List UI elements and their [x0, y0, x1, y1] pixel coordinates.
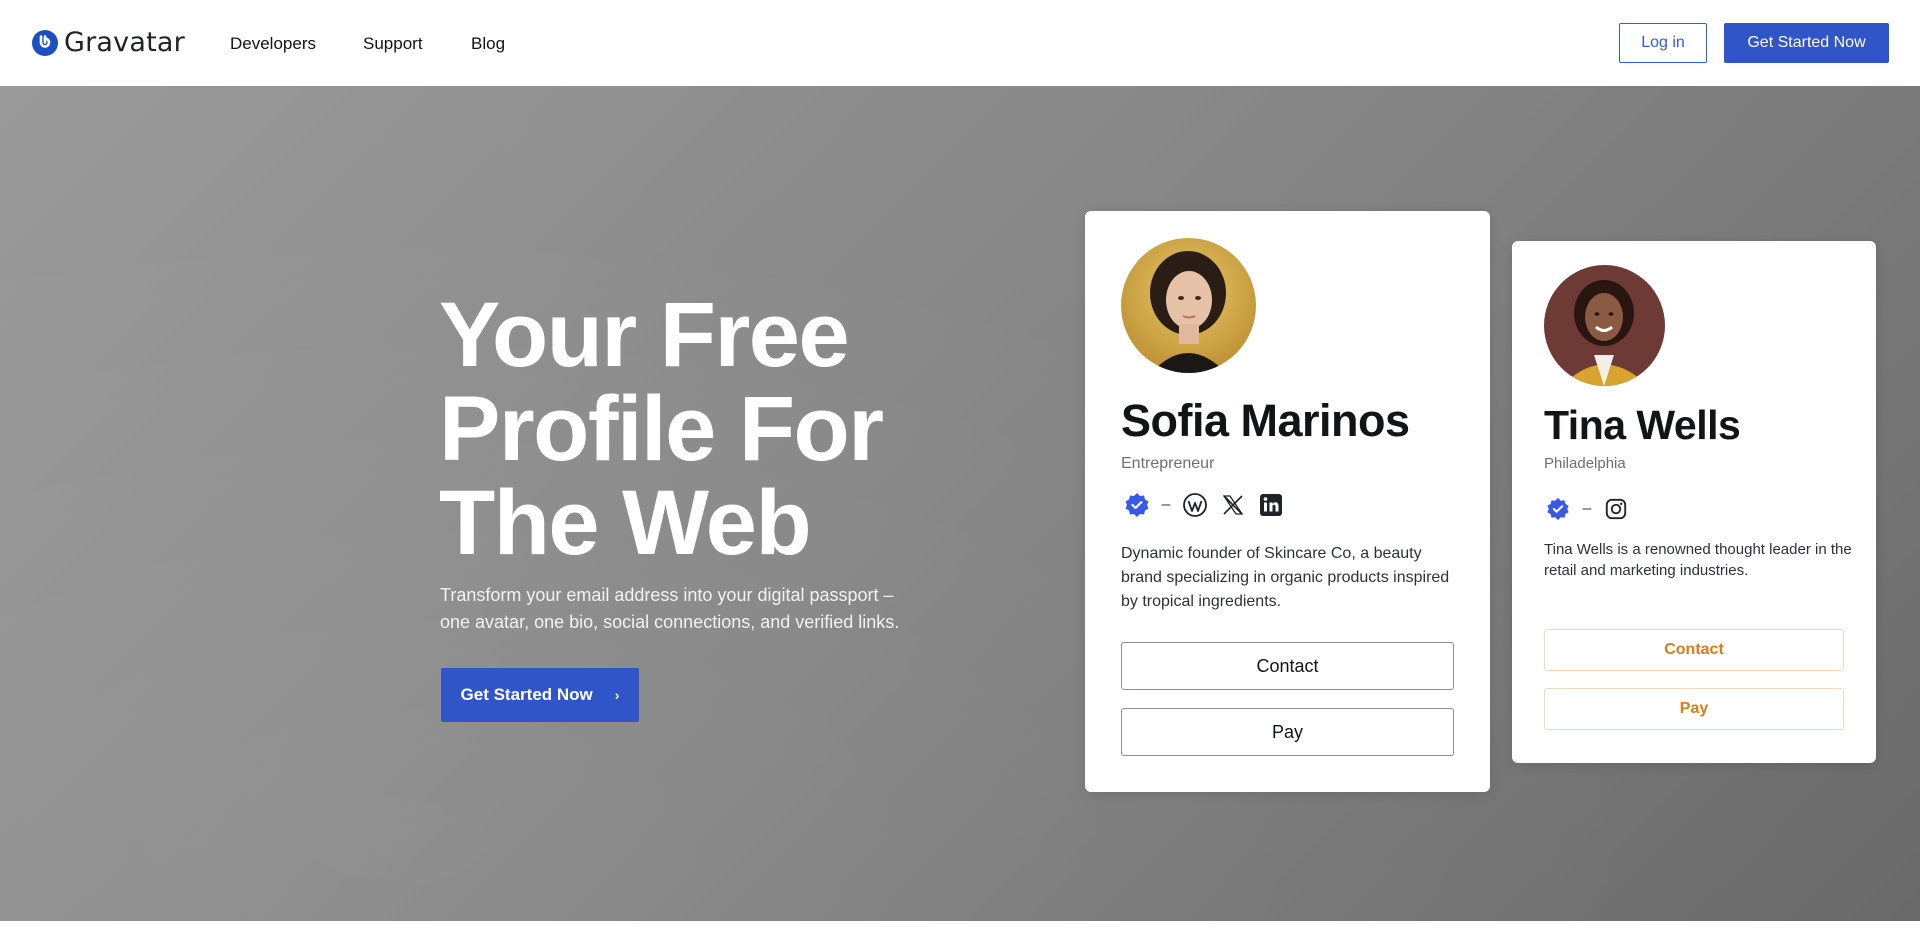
profile-role: Entrepreneur: [1121, 455, 1215, 472]
separator: –: [1582, 500, 1592, 517]
gravatar-logo-icon: [32, 29, 58, 56]
hero-title: Your Free Profile For The Web: [439, 288, 959, 570]
wordpress-icon[interactable]: [1181, 491, 1209, 519]
verified-badge-icon: [1123, 491, 1151, 519]
hero-section: Your Free Profile For The Web Transform …: [0, 86, 1920, 921]
contact-button[interactable]: Contact: [1544, 629, 1844, 671]
verified-badge-icon: [1544, 495, 1572, 523]
header-get-started-button[interactable]: Get Started Now: [1724, 23, 1889, 63]
profile-name: Tina Wells: [1544, 402, 1741, 448]
hero-cta-label: Get Started Now: [460, 685, 593, 704]
hero-subtitle: Transform your email address into your d…: [440, 585, 900, 632]
linkedin-icon[interactable]: [1257, 491, 1285, 519]
separator: –: [1161, 496, 1171, 513]
site-header: Gravatar Developers Support Blog Log in …: [0, 0, 1920, 86]
profile-role: Philadelphia: [1544, 455, 1626, 472]
pay-button[interactable]: Pay: [1121, 708, 1454, 756]
nav-link-support[interactable]: Support: [359, 31, 427, 57]
nav-link-developers[interactable]: Developers: [226, 31, 320, 57]
logo-text: Gravatar: [64, 27, 185, 58]
page-bottom: [0, 921, 1920, 941]
hero-title-line-1: Your Free: [439, 284, 850, 386]
homepage-link[interactable]: Gravatar: [32, 29, 185, 56]
nav-link-blog[interactable]: Blog: [467, 31, 509, 57]
profile-bio: Tina Wells is a renowned thought leader …: [1544, 541, 1852, 579]
x-icon[interactable]: [1219, 491, 1247, 519]
instagram-icon[interactable]: [1602, 495, 1630, 523]
avatar-image: [1544, 265, 1665, 386]
profile-name: Sofia Marinos: [1121, 395, 1410, 446]
social-links: –: [1544, 495, 1630, 523]
avatar-image: [1121, 238, 1256, 373]
chevron-right-icon: ›: [614, 687, 620, 703]
hero-get-started-button[interactable]: Get Started Now ›: [441, 668, 639, 722]
avatar: [1544, 265, 1665, 386]
profile-card-tina: Tina Wells Philadelphia – Tina Wells is …: [1512, 241, 1876, 763]
login-button[interactable]: Log in: [1619, 23, 1707, 63]
avatar: [1121, 238, 1256, 373]
pay-button[interactable]: Pay: [1544, 688, 1844, 730]
social-links: –: [1123, 491, 1285, 519]
hero-title-line-3: The Web: [439, 472, 812, 574]
contact-button[interactable]: Contact: [1121, 642, 1454, 690]
profile-bio: Dynamic founder of Skincare Co, a beauty…: [1121, 545, 1450, 610]
profile-card-sofia: Sofia Marinos Entrepreneur – Dynamic fou…: [1085, 211, 1490, 792]
hero-title-line-2: Profile For: [439, 378, 884, 480]
